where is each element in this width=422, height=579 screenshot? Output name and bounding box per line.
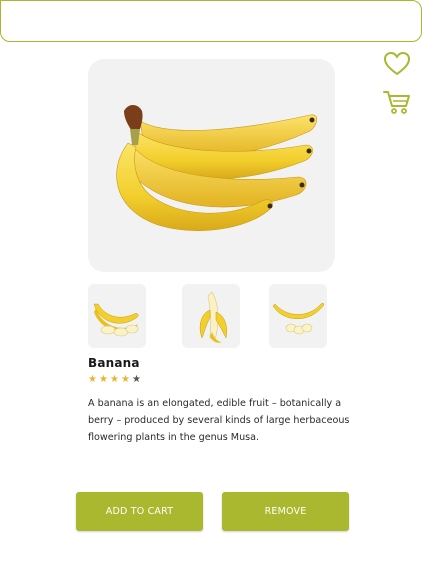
thumbnail-banana-slices[interactable] [88,284,146,348]
heart-icon[interactable] [383,50,411,78]
star-icon: ★ [88,374,97,385]
star-icon: ★ [99,374,108,385]
main-product-image [88,59,335,272]
star-rating: ★ ★ ★ ★ ★ [87,374,142,386]
star-icon: ★ [110,374,119,385]
product-description: A banana is an elongated, edible fruit –… [88,398,350,443]
product-page: Banana ★ ★ ★ ★ ★ A banana is an elongate… [0,0,422,579]
star-icon: ★ [132,374,141,385]
thumbnail-peeled-banana[interactable] [182,284,240,348]
remove-button[interactable]: REMOVE [222,492,349,531]
cart-icon[interactable] [383,88,411,116]
add-to-cart-button[interactable]: ADD TO CART [76,492,203,531]
star-icon: ★ [121,374,130,385]
top-bar [0,0,422,42]
product-name: Banana [88,356,140,370]
thumbnail-banana-with-slices[interactable] [269,284,327,348]
